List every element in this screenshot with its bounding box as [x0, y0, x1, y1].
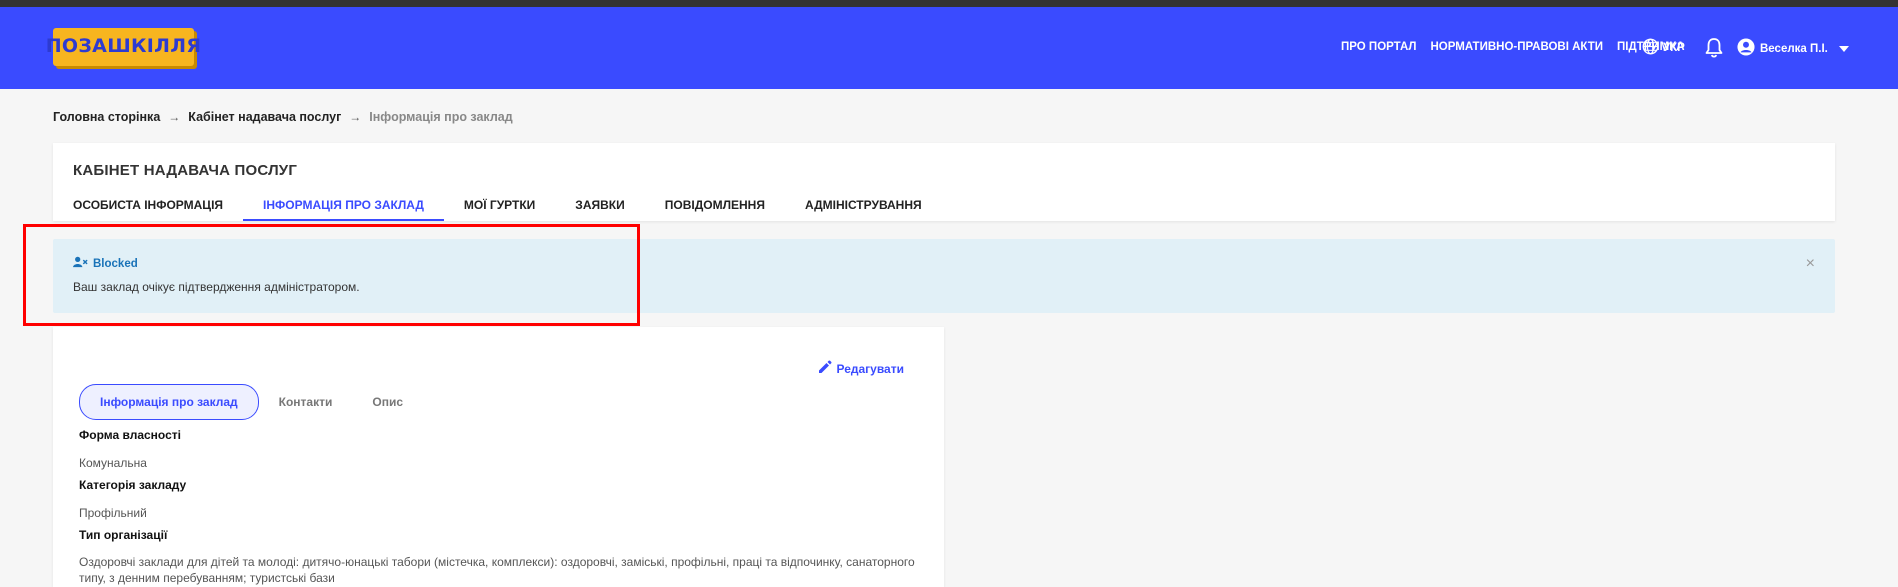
highlight-box: [23, 224, 640, 326]
nav-legal-acts[interactable]: НОРМАТИВНО-ПРАВОВІ АКТИ: [1430, 41, 1603, 53]
field-category-label: Категорія закладу: [79, 478, 187, 492]
arrow-right-icon: →: [168, 110, 181, 124]
edit-label: Редагувати: [836, 361, 905, 376]
main-nav: ПРО ПОРТАЛ НОРМАТИВНО-ПРАВОВІ АКТИ ПІДТР…: [1341, 41, 1685, 53]
subtab-contacts[interactable]: Контакти: [279, 395, 333, 409]
arrow-right-icon: →: [349, 110, 362, 124]
logo-text: ПОЗАШКІЛЛЯ: [45, 35, 202, 57]
language-switcher[interactable]: УКР: [1642, 38, 1685, 58]
tab-messages[interactable]: ПОВІДОМЛЕННЯ: [665, 198, 765, 221]
user-menu[interactable]: Веселка П.І.: [1737, 38, 1849, 59]
field-ownership-label: Форма власності: [79, 428, 181, 442]
breadcrumb: Головна сторінка → Кабінет надавача посл…: [53, 110, 513, 124]
field-org-type-label: Тип організації: [79, 528, 168, 542]
tab-institution-info[interactable]: ІНФОРМАЦІЯ ПРО ЗАКЛАД: [243, 198, 444, 221]
edit-button[interactable]: Редагувати: [818, 360, 905, 377]
breadcrumb-home[interactable]: Головна сторінка: [53, 110, 160, 124]
bell-icon[interactable]: [1705, 37, 1723, 63]
field-category-value: Профільний: [79, 506, 147, 520]
subtab-description[interactable]: Опис: [372, 395, 403, 409]
header: ПОЗАШКІЛЛЯ ПРО ПОРТАЛ НОРМАТИВНО-ПРАВОВІ…: [0, 7, 1898, 89]
breadcrumb-cabinet[interactable]: Кабінет надавача послуг: [188, 110, 341, 124]
info-subtabs: Інформація про заклад Контакти Опис: [79, 384, 443, 420]
field-ownership-value: Комунальна: [79, 456, 147, 470]
page-title: КАБІНЕТ НАДАВАЧА ПОСЛУГ: [73, 162, 298, 179]
user-name: Веселка П.І.: [1760, 42, 1828, 55]
top-strip: [0, 0, 1898, 7]
globe-icon: [1642, 38, 1659, 58]
cabinet-tabs: ОСОБИСТА ІНФОРМАЦІЯ ІНФОРМАЦІЯ ПРО ЗАКЛА…: [73, 198, 962, 221]
chevron-down-icon: [1838, 43, 1849, 55]
breadcrumb-current: Інформація про заклад: [369, 110, 513, 124]
institution-info-card: Редагувати Інформація про заклад Контакт…: [53, 327, 944, 587]
language-label: УКР: [1663, 42, 1685, 54]
tab-applications[interactable]: ЗАЯВКИ: [575, 198, 624, 221]
tab-administration[interactable]: АДМІНІСТРУВАННЯ: [805, 198, 922, 221]
pencil-icon: [818, 360, 832, 377]
subtab-institution-info[interactable]: Інформація про заклад: [79, 384, 259, 420]
user-avatar-icon: [1737, 38, 1755, 59]
tab-my-clubs[interactable]: МОЇ ГУРТКИ: [464, 198, 535, 221]
close-icon[interactable]: ×: [1806, 255, 1815, 273]
cabinet-panel: КАБІНЕТ НАДАВАЧА ПОСЛУГ ОСОБИСТА ІНФОРМА…: [53, 143, 1835, 221]
nav-about-portal[interactable]: ПРО ПОРТАЛ: [1341, 41, 1416, 53]
field-org-type-value: Оздоровчі заклади для дітей та молоді: д…: [79, 555, 915, 585]
logo[interactable]: ПОЗАШКІЛЛЯ: [46, 28, 201, 66]
tab-personal-info[interactable]: ОСОБИСТА ІНФОРМАЦІЯ: [73, 198, 223, 221]
